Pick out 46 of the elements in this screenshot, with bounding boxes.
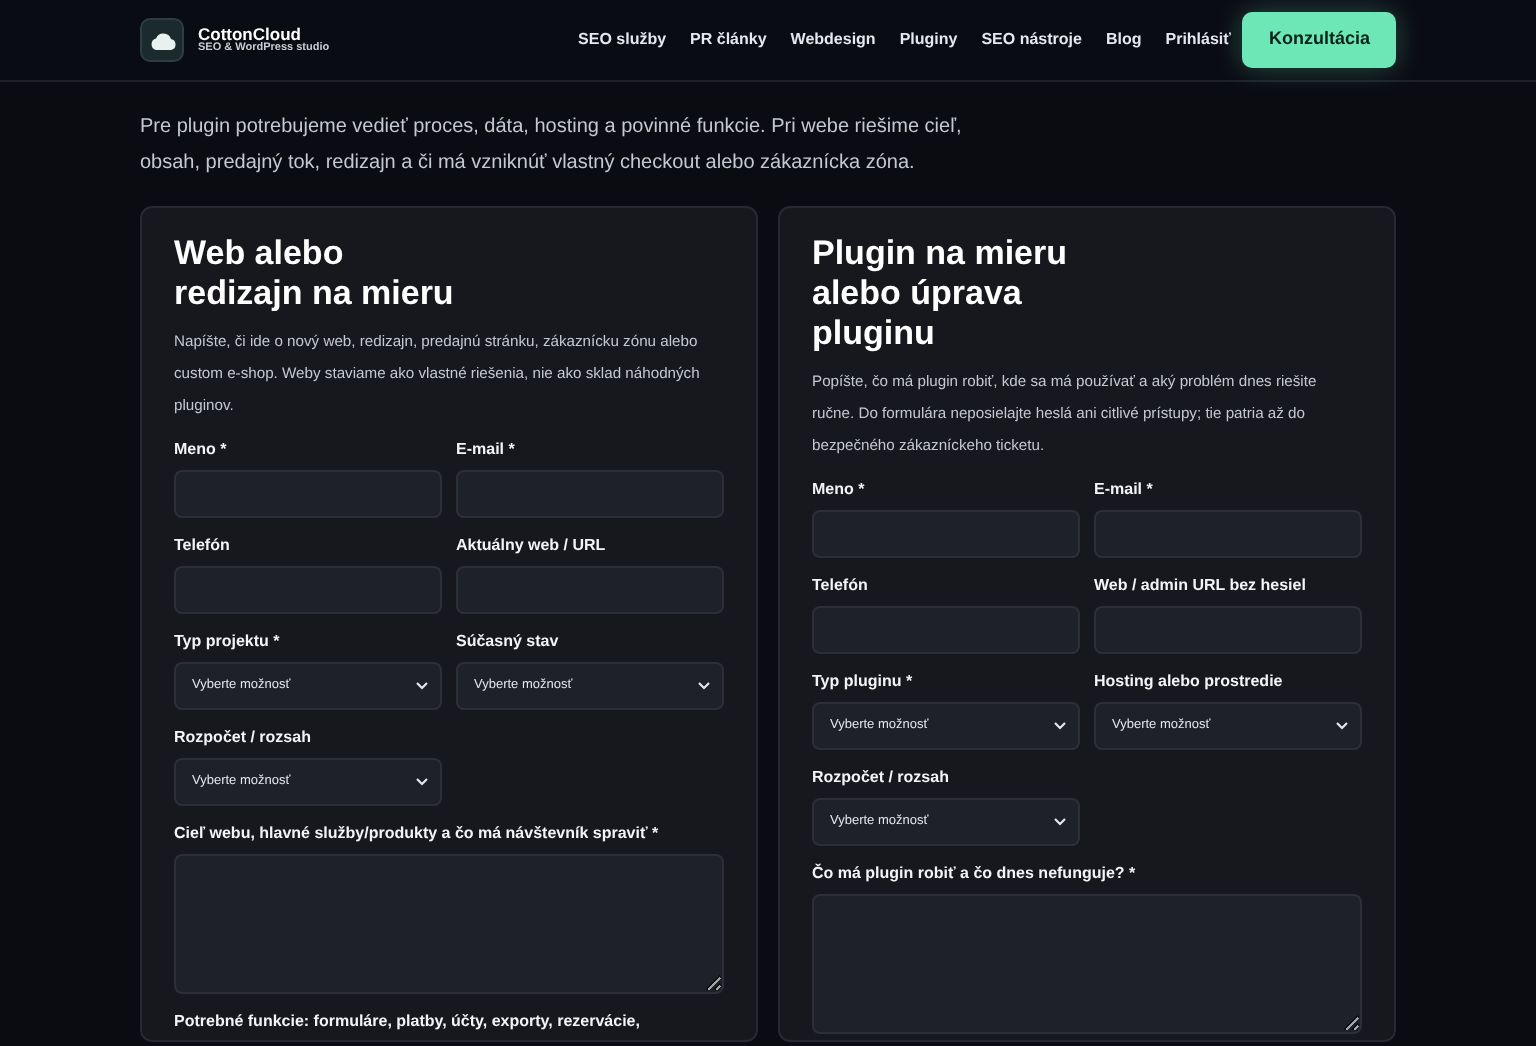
intro-text: Pre plugin potrebujeme vedieť proces, dáta, hosting a povinné funkcie. Pri webe riešime cieľ, obsah, predajný tok, redizajn a či má vzniknúť vlastný checkout alebo zákaznícka zóna.	[140, 114, 964, 178]
card-title: Web alebo redizajn na mieru	[174, 234, 454, 314]
text-area[interactable]	[174, 854, 724, 994]
brand-name[interactable]: CottonCloud	[198, 25, 330, 42]
field-label: Telefón	[174, 536, 232, 556]
field-label: Web / admin URL bez hesiel	[1094, 576, 1308, 596]
nav-link[interactable]: SEO služby	[578, 28, 667, 52]
field-label: Aktuálny web / URL	[456, 536, 608, 556]
input-field[interactable]	[1094, 606, 1362, 654]
field-label: Súčasný stav	[456, 632, 561, 652]
chevron-down-icon	[1054, 722, 1066, 730]
nav-link[interactable]: SEO nástroje	[981, 28, 1082, 52]
field-label: Cieľ webu, hlavné služby/produkty a čo má návštevník spraviť *	[174, 824, 661, 844]
nav-link[interactable]: Pluginy	[899, 28, 958, 52]
input-field[interactable]	[456, 470, 724, 518]
chevron-down-icon	[1054, 818, 1066, 826]
consultation-button[interactable]: Konzultácia	[1242, 12, 1396, 68]
field-label: Typ projektu *	[174, 632, 282, 652]
nav-link[interactable]: PR články	[690, 28, 767, 52]
text-area[interactable]	[812, 894, 1362, 1034]
field-label: E-mail *	[456, 440, 517, 460]
field-label: Hosting alebo prostredie	[1094, 672, 1285, 692]
chevron-down-icon	[698, 682, 710, 690]
card-title: Plugin na mieru alebo úprava pluginu	[812, 234, 1070, 354]
nav-link[interactable]: Webdesign	[790, 28, 876, 52]
chevron-down-icon	[416, 778, 428, 786]
field-label: Meno *	[174, 440, 229, 460]
nav-link[interactable]: Prihlásiť	[1165, 28, 1231, 52]
input-field[interactable]	[174, 566, 442, 614]
field-label: Typ pluginu *	[812, 672, 915, 692]
nav-link[interactable]: Blog	[1105, 28, 1142, 52]
field-label: Rozpočet / rozsah	[174, 728, 313, 748]
input-field[interactable]	[812, 606, 1080, 654]
input-field[interactable]	[1094, 510, 1362, 558]
field-label: Rozpočet / rozsah	[812, 768, 951, 788]
logo-icon[interactable]	[140, 18, 184, 62]
input-field[interactable]	[174, 470, 442, 518]
field-label: Potrebné funkcie: formuláre, platby, účty, exporty, rezervácie,	[174, 1012, 642, 1032]
chevron-down-icon	[1336, 722, 1348, 730]
field-label: Meno *	[812, 480, 867, 500]
field-label: Čo má plugin robiť a čo dnes nefunguje? *	[812, 864, 1138, 884]
chevron-down-icon	[416, 682, 428, 690]
input-field[interactable]	[812, 510, 1080, 558]
input-field[interactable]	[456, 566, 724, 614]
field-label: Telefón	[812, 576, 870, 596]
field-label: E-mail *	[1094, 480, 1155, 500]
